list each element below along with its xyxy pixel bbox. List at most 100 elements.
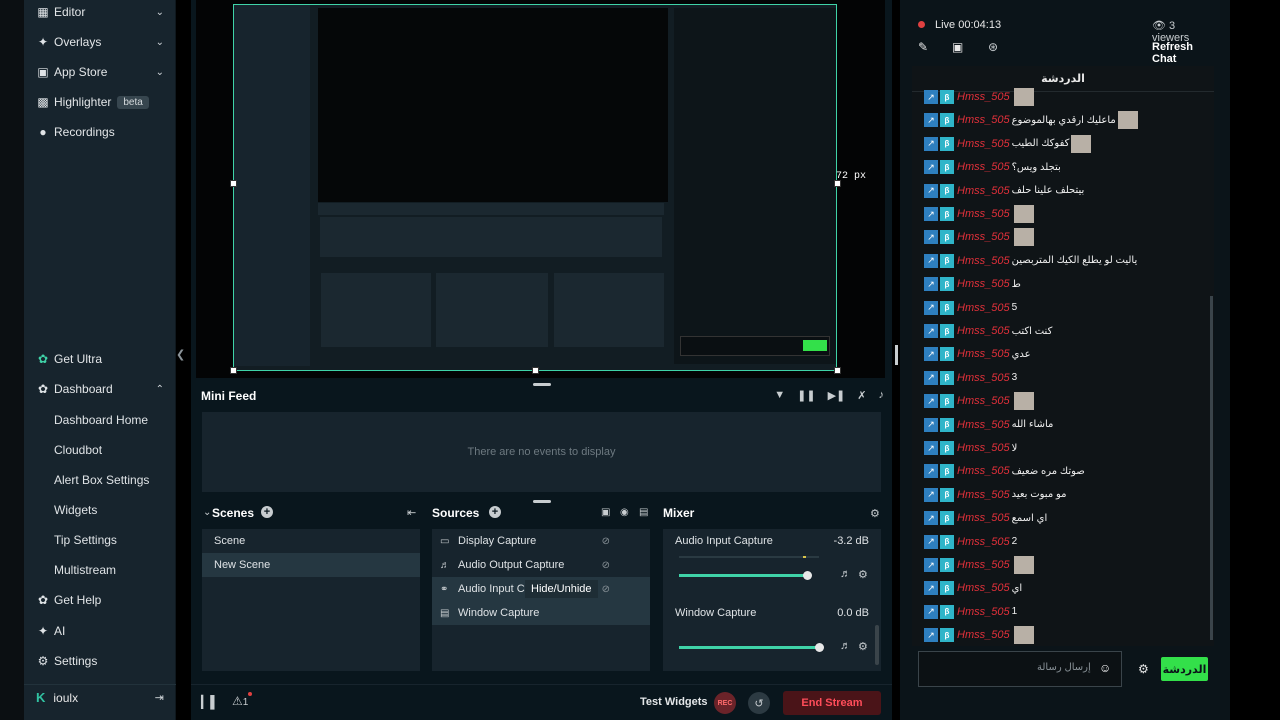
volume-icon[interactable]: ♪ — [879, 389, 885, 402]
test-widgets-button[interactable]: Test Widgets — [640, 696, 708, 708]
scene-item[interactable]: Scene — [202, 529, 420, 553]
nav-app-store[interactable]: ▣ App Store ⌄ — [24, 57, 176, 87]
nav-multistream[interactable]: Multistream — [24, 555, 176, 585]
volume-slider[interactable] — [679, 646, 819, 649]
gear-icon[interactable]: ⚙ — [858, 640, 868, 653]
chat-username[interactable]: Hmss_505 — [957, 114, 1010, 126]
gear-icon[interactable]: ⚙ — [858, 568, 868, 581]
nav-alert-box-settings[interactable]: Alert Box Settings — [24, 465, 176, 495]
chat-username[interactable]: Hmss_505 — [957, 325, 1010, 337]
eye-hidden-icon[interactable]: ⊘ — [602, 584, 610, 595]
pencil-icon[interactable]: ✎ — [918, 40, 928, 54]
og-badge-icon: β — [940, 487, 954, 502]
chevron-down-icon[interactable]: ⌄ — [156, 37, 164, 48]
pause-icon[interactable]: ❚❚ — [797, 389, 815, 402]
chat-username[interactable]: Hmss_505 — [957, 161, 1010, 173]
mute-alerts-icon[interactable]: ✗ — [857, 389, 866, 402]
nav-get-ultra[interactable]: ✿ Get Ultra — [24, 344, 176, 374]
replay-buffer-icon[interactable]: ↺ — [748, 692, 770, 714]
source-item[interactable]: ♬ Audio Output Capture ⊘ — [432, 553, 650, 577]
chat-username[interactable]: Hmss_505 — [957, 278, 1010, 290]
chevron-up-icon[interactable]: ⌃ — [156, 384, 164, 395]
chat-username[interactable]: Hmss_505 — [957, 255, 1010, 267]
chat-username[interactable]: Hmss_505 — [957, 372, 1010, 384]
scene-transitions-icon[interactable]: ⇤ — [407, 506, 416, 519]
chat-username[interactable]: Hmss_505 — [957, 91, 1010, 103]
speaker-icon[interactable]: ♬ — [840, 568, 851, 580]
nav-tip-settings[interactable]: Tip Settings — [24, 525, 176, 555]
mixer-scrollbar[interactable] — [875, 625, 879, 665]
resize-handle-bottom-left[interactable] — [230, 367, 237, 374]
nav-overlays[interactable]: ✦ Overlays ⌄ — [24, 27, 176, 57]
nav-settings[interactable]: ⚙ Settings — [24, 646, 176, 676]
nav-widgets[interactable]: Widgets — [24, 495, 176, 525]
volume-slider[interactable] — [679, 574, 807, 577]
user-profile[interactable]: K ioulx ⇥ — [24, 684, 176, 710]
volume-slider-knob[interactable] — [803, 571, 812, 580]
end-stream-button[interactable]: End Stream — [783, 691, 881, 715]
chat-username[interactable]: Hmss_505 — [957, 559, 1010, 571]
add-scene-icon[interactable]: + — [261, 506, 273, 518]
chat-username[interactable]: Hmss_505 — [957, 185, 1010, 197]
chat-username[interactable]: Hmss_505 — [957, 348, 1010, 360]
chat-username[interactable]: Hmss_505 — [957, 465, 1010, 477]
scene-item-selected[interactable]: New Scene — [202, 553, 420, 577]
chat-username[interactable]: Hmss_505 — [957, 138, 1010, 150]
filter-icon[interactable]: ▼ — [774, 389, 785, 402]
volume-slider-knob[interactable] — [815, 643, 824, 652]
mixer-settings-gear-icon[interactable]: ⚙ — [870, 507, 880, 520]
nav-recordings[interactable]: ● Recordings — [24, 117, 176, 147]
sidebar-collapse-icon[interactable]: ❮ — [176, 348, 185, 361]
performance-stats-icon[interactable]: ▎▌ — [201, 695, 219, 709]
speaker-icon[interactable]: ♬ — [840, 640, 851, 652]
resize-handle-left[interactable] — [230, 180, 237, 187]
chat-input[interactable]: إرسال رسالة ☺ — [918, 651, 1122, 687]
drag-handle-icon[interactable] — [533, 500, 551, 503]
chat-username[interactable]: Hmss_505 — [957, 536, 1010, 548]
eye-hidden-icon[interactable]: ⊘ — [602, 560, 610, 571]
nav-dashboard[interactable]: ✿ Dashboard ⌃ — [24, 374, 176, 404]
nav-dashboard-home[interactable]: Dashboard Home — [24, 405, 176, 435]
chat-username[interactable]: Hmss_505 — [957, 442, 1010, 454]
source-item-selected[interactable]: ▤ Window Capture — [432, 601, 650, 625]
source-item[interactable]: ▭ Display Capture ⊘ — [432, 529, 650, 553]
collapse-scenes-icon[interactable]: ⌄ — [203, 507, 211, 518]
share-icon[interactable]: ⊛ — [988, 40, 998, 54]
chat-username[interactable]: Hmss_505 — [957, 629, 1010, 641]
resize-handle-bottom-right[interactable] — [834, 367, 841, 374]
nav-editor[interactable]: ▦ Editor ⌄ — [24, 0, 176, 27]
skip-icon[interactable]: ▶❚ — [828, 389, 846, 402]
source-visibility-icon[interactable]: ◉ — [620, 507, 629, 518]
nav-get-help[interactable]: ✿ Get Help — [24, 585, 176, 615]
chat-send-button[interactable]: الدردشة — [1161, 657, 1208, 681]
chevron-down-icon[interactable]: ⌄ — [156, 7, 164, 18]
nav-highlighter[interactable]: ▩ Highlighter beta — [24, 87, 176, 117]
chat-username[interactable]: Hmss_505 — [957, 395, 1010, 407]
popout-icon[interactable]: ▣ — [952, 40, 963, 54]
chat-username[interactable]: Hmss_505 — [957, 512, 1010, 524]
chat-username[interactable]: Hmss_505 — [957, 489, 1010, 501]
chat-username[interactable]: Hmss_505 — [957, 231, 1010, 243]
chevron-down-icon[interactable]: ⌄ — [156, 67, 164, 78]
chat-username[interactable]: Hmss_505 — [957, 582, 1010, 594]
panel-resize-handle[interactable] — [895, 345, 898, 365]
source-group-icon[interactable]: ▣ — [601, 507, 610, 518]
nav-cloudbot[interactable]: Cloudbot — [24, 435, 176, 465]
refresh-chat-button[interactable]: Refresh Chat — [1152, 41, 1214, 65]
chat-scrollbar[interactable] — [1210, 296, 1213, 640]
record-button[interactable]: REC — [714, 692, 736, 714]
resize-handle-bottom[interactable] — [532, 367, 539, 374]
emoji-icon[interactable]: ☺ — [1099, 661, 1111, 675]
selection-frame[interactable] — [233, 4, 837, 371]
chat-username[interactable]: Hmss_505 — [957, 419, 1010, 431]
add-folder-icon[interactable]: ▤ — [639, 507, 648, 518]
nav-ai[interactable]: ✦ AI — [24, 616, 176, 646]
chat-username[interactable]: Hmss_505 — [957, 208, 1010, 220]
chat-username[interactable]: Hmss_505 — [957, 606, 1010, 618]
alerts-warning-icon[interactable]: ⚠1 — [232, 694, 248, 708]
chat-username[interactable]: Hmss_505 — [957, 302, 1010, 314]
chat-settings-gear-icon[interactable]: ⚙ — [1138, 662, 1149, 676]
eye-hidden-icon[interactable]: ⊘ — [602, 536, 610, 547]
logout-icon[interactable]: ⇥ — [155, 691, 164, 704]
add-source-icon[interactable]: + — [489, 506, 501, 518]
